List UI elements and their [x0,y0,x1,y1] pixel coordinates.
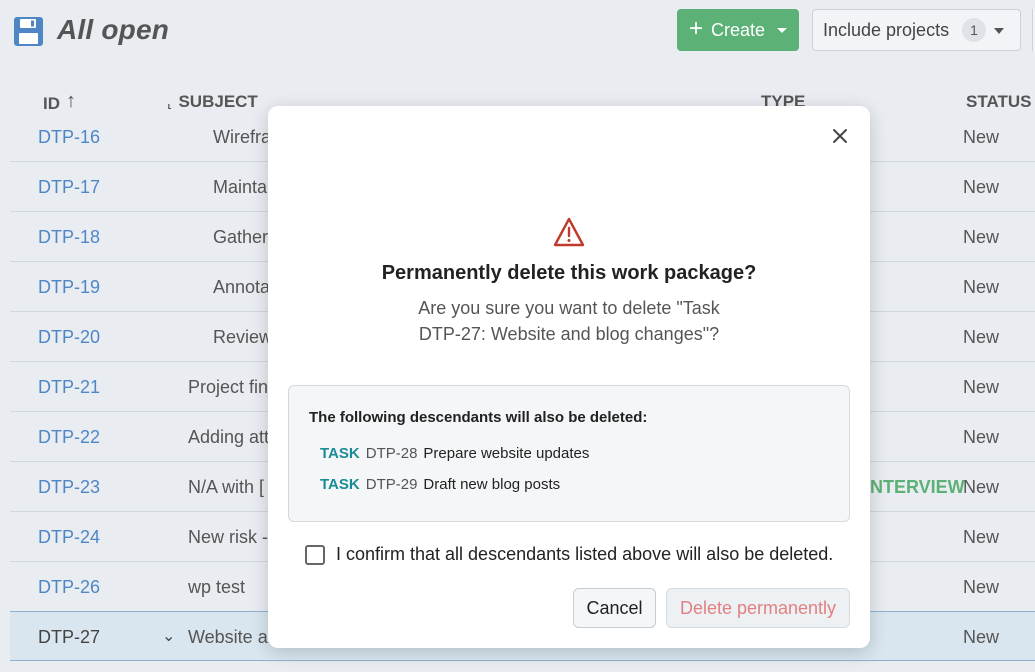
work-package-subject[interactable]: Review [213,327,272,348]
chevron-down-icon [777,27,788,33]
work-package-subject[interactable]: N/A with [ [188,477,264,498]
work-package-status[interactable]: New [963,427,999,448]
include-projects-button[interactable]: Include projects 1 [812,9,1021,51]
work-package-id-link[interactable]: DTP-17 [38,177,100,198]
include-projects-count-badge: 1 [962,18,987,42]
create-button-label: Create [710,19,766,40]
work-package-id-link[interactable]: DTP-19 [38,277,100,298]
descendant-type: TASK [320,445,360,462]
work-package-status[interactable]: New [963,577,999,598]
column-header-type-label: TYPE [761,92,806,106]
include-projects-label: Include projects [823,19,950,40]
work-package-subject[interactable]: Website ar [188,627,274,648]
cancel-button[interactable]: Cancel [573,588,656,628]
work-package-type[interactable]: NTERVIEW [870,477,965,498]
work-package-id-link[interactable]: DTP-22 [38,427,100,448]
column-header-subject[interactable]: ⸤ SUBJECT [167,92,258,112]
descendants-heading: The following descendants will also be d… [309,409,648,426]
confirm-descendants-checkbox-row[interactable]: I confirm that all descendants listed ab… [305,544,833,565]
work-package-subject[interactable]: Project fin [188,377,268,398]
page-header: All open + Create Include projects 1 [0,0,1035,66]
dialog-title: Permanently delete this work package? [381,262,757,284]
column-header-type[interactable]: TYPE [761,92,805,106]
column-header-subject-label: SUBJECT [178,92,258,111]
work-package-subject[interactable]: New risk - [188,527,268,548]
descendants-box: The following descendants will also be d… [288,385,850,522]
work-package-status[interactable]: New [963,377,999,398]
descendant-id: DTP-29 [365,476,418,493]
close-icon[interactable] [830,126,850,146]
create-button[interactable]: + Create [677,9,799,51]
work-package-id-link[interactable]: DTP-23 [38,477,100,498]
column-header-status-label: STATUS [966,92,1032,111]
sort-up-icon: ↑ [66,90,76,112]
work-package-status[interactable]: New [963,177,999,198]
work-package-subject[interactable]: Gather [213,227,268,248]
checkbox-icon[interactable] [305,544,325,565]
chevron-down-icon[interactable]: ⌄ [162,626,175,646]
descendant-type: TASK [320,476,360,493]
column-header-id-label: ID [43,94,60,113]
delete-permanently-button[interactable]: Delete permanently [666,588,850,628]
plus-icon: + [688,15,703,42]
work-package-id-link[interactable]: DTP-24 [38,527,100,548]
work-package-status[interactable]: New [963,227,999,248]
delete-confirmation-dialog: Permanently delete this work package? Ar… [268,106,870,648]
work-package-status[interactable]: New [963,627,999,648]
work-package-status[interactable]: New [963,527,999,548]
work-package-subject[interactable]: Adding att [188,427,269,448]
work-package-id-link[interactable]: DTP-27 [38,627,100,648]
descendant-item: TASK DTP-29 Draft new blog posts [320,476,560,493]
work-package-status[interactable]: New [963,127,999,148]
column-header-status[interactable]: STATUS [966,92,1031,112]
work-package-status[interactable]: New [963,277,999,298]
dialog-message: Are you sure you want to delete "Task DT… [418,298,720,344]
work-package-subject[interactable]: Mainta [213,177,267,198]
hierarchy-icon[interactable]: ⸤ [167,94,172,110]
descendant-item: TASK DTP-28 Prepare website updates [320,445,589,462]
work-package-id-link[interactable]: DTP-18 [38,227,100,248]
work-package-subject[interactable]: Annota [213,277,270,298]
work-package-status[interactable]: New [963,477,999,498]
work-package-id-link[interactable]: DTP-21 [38,377,100,398]
warning-icon [553,217,585,247]
work-package-id-link[interactable]: DTP-26 [38,577,100,598]
work-package-subject[interactable]: wp test [188,577,245,598]
save-icon [14,17,43,46]
work-package-status[interactable]: New [963,327,999,348]
page-title: All open [57,14,170,45]
work-package-id-link[interactable]: DTP-16 [38,127,100,148]
confirm-descendants-label[interactable]: I confirm that all descendants listed ab… [336,544,833,565]
work-package-subject[interactable]: Wirefra [213,127,271,148]
work-package-id-link[interactable]: DTP-20 [38,327,100,348]
descendant-name: Draft new blog posts [423,476,561,493]
chevron-down-icon [994,28,1004,34]
descendant-id: DTP-28 [365,445,418,462]
descendant-name: Prepare website updates [423,445,590,462]
